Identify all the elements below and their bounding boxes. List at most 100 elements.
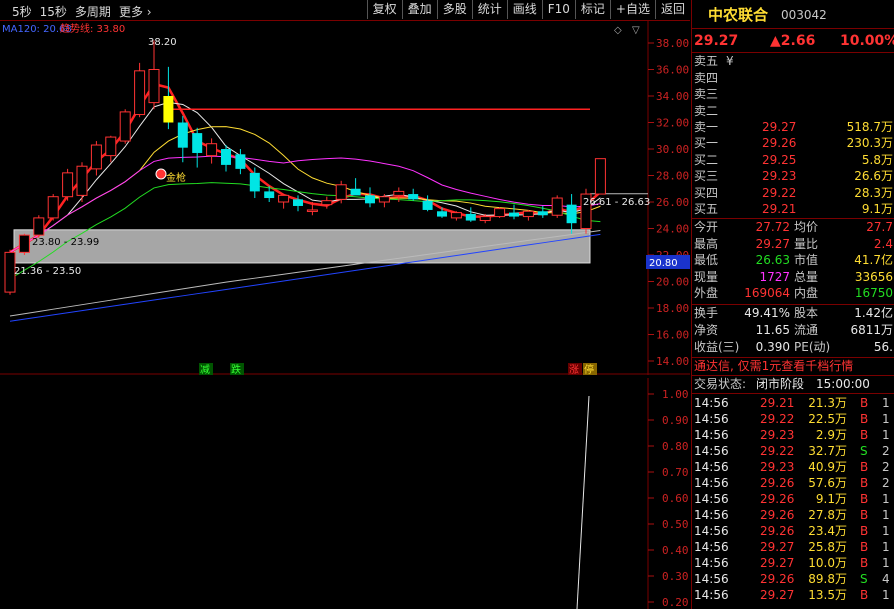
tick-time: 14:56 — [694, 588, 729, 602]
bid-row: 买五 29.21 9.1万 — [692, 201, 894, 218]
tick-count: 1 — [882, 556, 890, 570]
stats-button[interactable]: 统计 — [471, 0, 507, 19]
tick-count: 1 — [882, 396, 890, 410]
tick-count: 1 — [882, 508, 890, 522]
ask-label: 卖一 — [694, 120, 719, 135]
bid-volume: 5.8万 — [861, 152, 893, 167]
tick-price: 29.27 — [760, 556, 795, 570]
period-multi[interactable]: 多周期 — [75, 3, 111, 20]
tick-volume: 10.0万 — [808, 556, 847, 570]
period-more[interactable]: 更多 › — [119, 3, 152, 20]
right-range-label: 26.61 - 26.63 — [583, 197, 650, 208]
tick-count: 1 — [882, 588, 890, 602]
indicator-chart[interactable]: 1.00 0.90 0.80 0.70 0.60 0.50 0.40 0.30 0.20 — [0, 378, 690, 609]
tick-row: 14:56 29.23 2.9万 B 1 — [692, 427, 894, 444]
tick-price: 29.27 — [760, 588, 795, 602]
stat-value: 11.65 — [755, 323, 790, 337]
quote-label-2: 总量 — [794, 269, 819, 284]
bid-label: 买一 — [694, 136, 719, 150]
tick-row: 14:56 29.26 23.4万 B 1 — [692, 523, 894, 540]
period-selector: 5秒 15秒 多周期 更多 › — [12, 3, 160, 20]
tick-price: 29.26 — [760, 572, 795, 586]
quote-value-2: 33656 — [854, 269, 893, 284]
candle-body — [408, 194, 419, 200]
stat-row: 换手 49.41% 股本 1.42亿 — [692, 305, 894, 322]
tick-row: 14:56 29.26 27.8万 B 1 — [692, 507, 894, 524]
tick-row: 14:56 29.26 9.1万 B 1 — [692, 491, 894, 508]
trade-status-label: 交易状态: — [694, 377, 747, 391]
candle-body — [33, 217, 45, 236]
tick-price: 29.23 — [760, 428, 795, 442]
adjust-button[interactable]: 复权 — [366, 0, 402, 19]
overlay-button[interactable]: 叠加 — [401, 0, 437, 19]
candle-body — [306, 209, 318, 212]
f10-button[interactable]: F10 — [541, 0, 575, 19]
tick-side: B — [860, 428, 869, 442]
chart-close-icon[interactable]: ▽ — [632, 25, 640, 36]
support-band — [13, 229, 591, 264]
tick-price: 29.23 — [760, 460, 795, 474]
quote-value: 1727 — [759, 269, 790, 284]
tick-time: 14:56 — [694, 508, 729, 522]
quote-value-2: 41.7亿 — [854, 253, 893, 268]
candle-body — [509, 212, 519, 217]
price-tick-label: 28.00 — [656, 170, 689, 183]
kline-chart[interactable]: MA120: 20.68 趋势线: 33.80 ◇ ▽ 38.0036.0034… — [0, 21, 690, 375]
period-5s[interactable]: 5秒 — [12, 3, 32, 20]
bid-price: 29.21 — [762, 202, 797, 217]
price-tick-label: 38.00 — [656, 37, 689, 50]
draw-line-button[interactable]: 画线 — [506, 0, 542, 19]
mark-button[interactable]: 标记 — [574, 0, 610, 19]
notice-bar[interactable]: 通达信, 仅需1元查看千档行情 — [692, 358, 894, 375]
quote-label-2: 均价 — [794, 220, 819, 234]
candle-body — [76, 165, 88, 196]
candle-body — [278, 194, 290, 203]
price-tick-label: 16.00 — [656, 329, 689, 342]
stock-header: 中农联合 003042 — [692, 5, 894, 25]
tick-time: 14:56 — [694, 524, 729, 538]
period-15s[interactable]: 15秒 — [40, 3, 67, 20]
bid-volume: 9.1万 — [861, 202, 893, 217]
candle-body — [479, 216, 491, 222]
candle-body — [134, 70, 146, 116]
bid-price: 29.22 — [762, 185, 797, 200]
tick-row: 14:56 29.22 32.7万 S 2 — [692, 443, 894, 460]
candle-body — [105, 136, 117, 157]
indicator-tick-label: 0.70 — [662, 466, 689, 479]
stat-label: 净资 — [694, 323, 719, 337]
quote-label: 现量 — [694, 269, 719, 284]
collapse-icon[interactable]: ◇ — [614, 25, 622, 36]
tick-row: 14:56 29.22 22.5万 B 1 — [692, 411, 894, 428]
stat-value-2: 6811万 — [850, 323, 893, 337]
tick-price: 29.26 — [760, 476, 795, 490]
quote-row: 最低 26.63 市值 41.7亿 — [692, 252, 894, 269]
signal-rise-a: 涨 — [569, 364, 579, 375]
tick-count: 2 — [882, 460, 890, 474]
band-rect — [13, 229, 591, 264]
indicator-tick-label: 0.30 — [662, 570, 689, 583]
quote-value-2: 27.7 — [866, 220, 893, 234]
tick-time: 14:56 — [694, 492, 729, 506]
bid-volume: 28.3万 — [854, 185, 893, 200]
multi-stock-button[interactable]: 多股 — [436, 0, 472, 19]
price-tick-label: 30.00 — [656, 143, 689, 156]
signal-reduce: 减 — [200, 364, 210, 375]
ask-label: 卖三 — [694, 87, 719, 102]
add-watchlist-button[interactable]: +自选 — [609, 0, 655, 19]
back-button[interactable]: 返回 — [654, 0, 690, 19]
bid-volume: 230.3万 — [846, 136, 893, 150]
ask-row: 卖五 ¥ — [692, 53, 894, 70]
tick-side: S — [860, 572, 868, 586]
candle-body — [163, 96, 174, 123]
indicator-tick-label: 0.60 — [662, 492, 689, 505]
ask-label: 卖二 — [694, 103, 719, 118]
tick-side: B — [860, 556, 869, 570]
tick-row: 14:56 29.26 89.8万 S 4 — [692, 571, 894, 588]
last-price: 29.27 — [694, 33, 739, 49]
price-tick-label: 24.00 — [656, 223, 689, 236]
candle-body — [264, 191, 275, 199]
candle-body — [335, 184, 347, 200]
candle-body — [537, 211, 548, 216]
price-tick-label: 20.00 — [656, 276, 689, 289]
tick-count: 2 — [882, 444, 890, 458]
